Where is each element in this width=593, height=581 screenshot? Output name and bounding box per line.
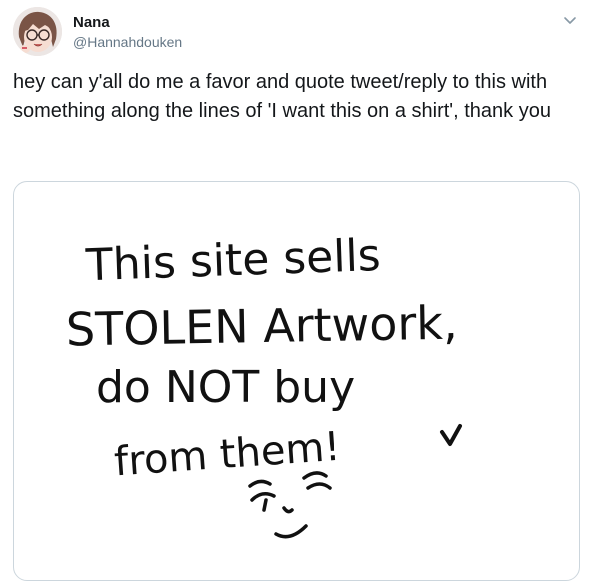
media-line-3: do NOT buy [96, 362, 355, 413]
author-names: Nana @Hannahdouken [73, 13, 182, 52]
tweet-card: Nana @Hannahdouken hey can y'all do me a… [0, 0, 593, 581]
author-display-name[interactable]: Nana [73, 13, 182, 32]
media-line-2: STOLEN Artwork, [66, 296, 458, 357]
author-handle[interactable]: @Hannahdouken [73, 33, 182, 52]
face-doodle [248, 471, 332, 539]
check-mark-doodle [440, 424, 462, 446]
avatar[interactable] [13, 7, 62, 56]
tweet-text: hey can y'all do me a favor and quote tw… [13, 71, 551, 122]
media-line-1: This site sells [84, 230, 381, 291]
tweet-header: Nana @Hannahdouken [13, 7, 583, 59]
chevron-down-icon[interactable] [560, 11, 580, 31]
tweet-media-image[interactable]: This site sells STOLEN Artwork, do NOT b… [13, 181, 580, 581]
